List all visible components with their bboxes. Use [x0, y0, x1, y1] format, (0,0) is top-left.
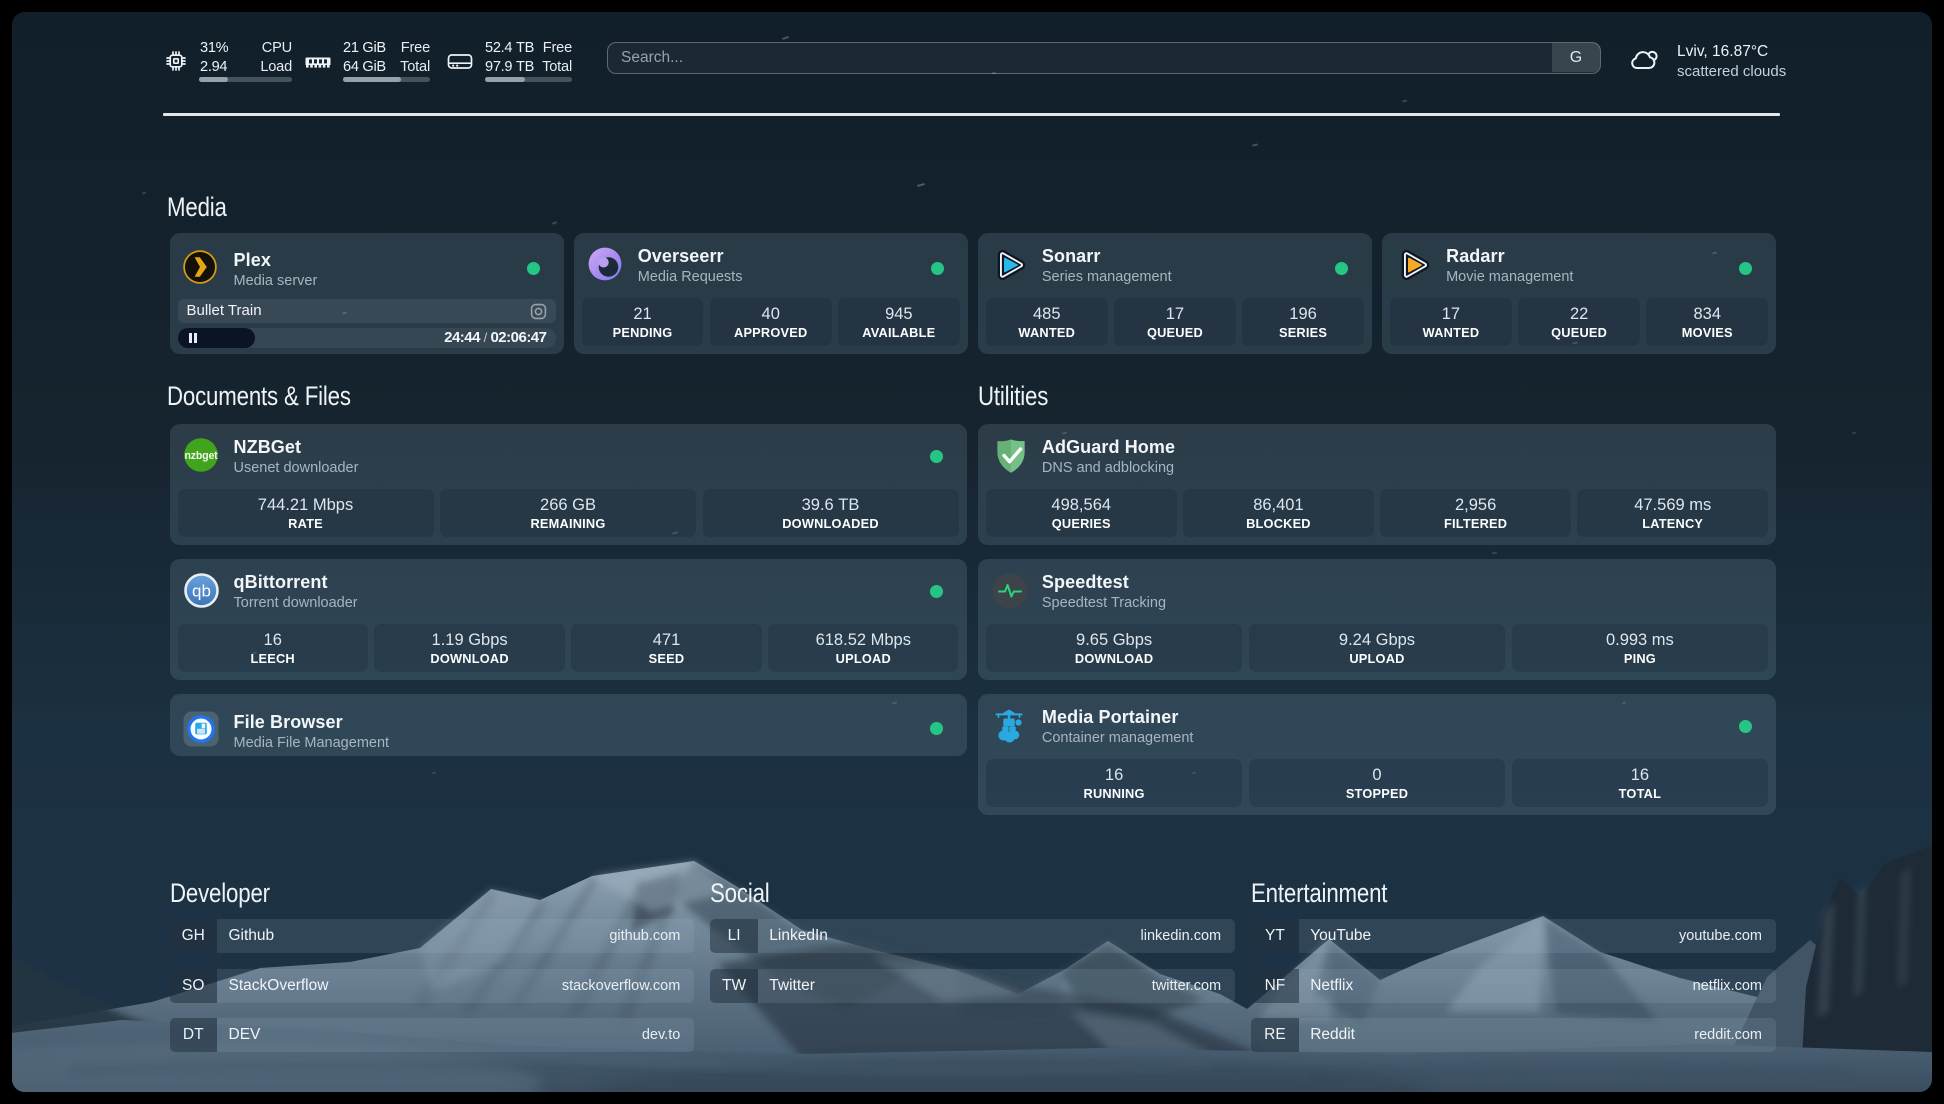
svg-text:nzbget: nzbget — [184, 450, 218, 462]
svg-text:qb: qb — [192, 581, 211, 600]
